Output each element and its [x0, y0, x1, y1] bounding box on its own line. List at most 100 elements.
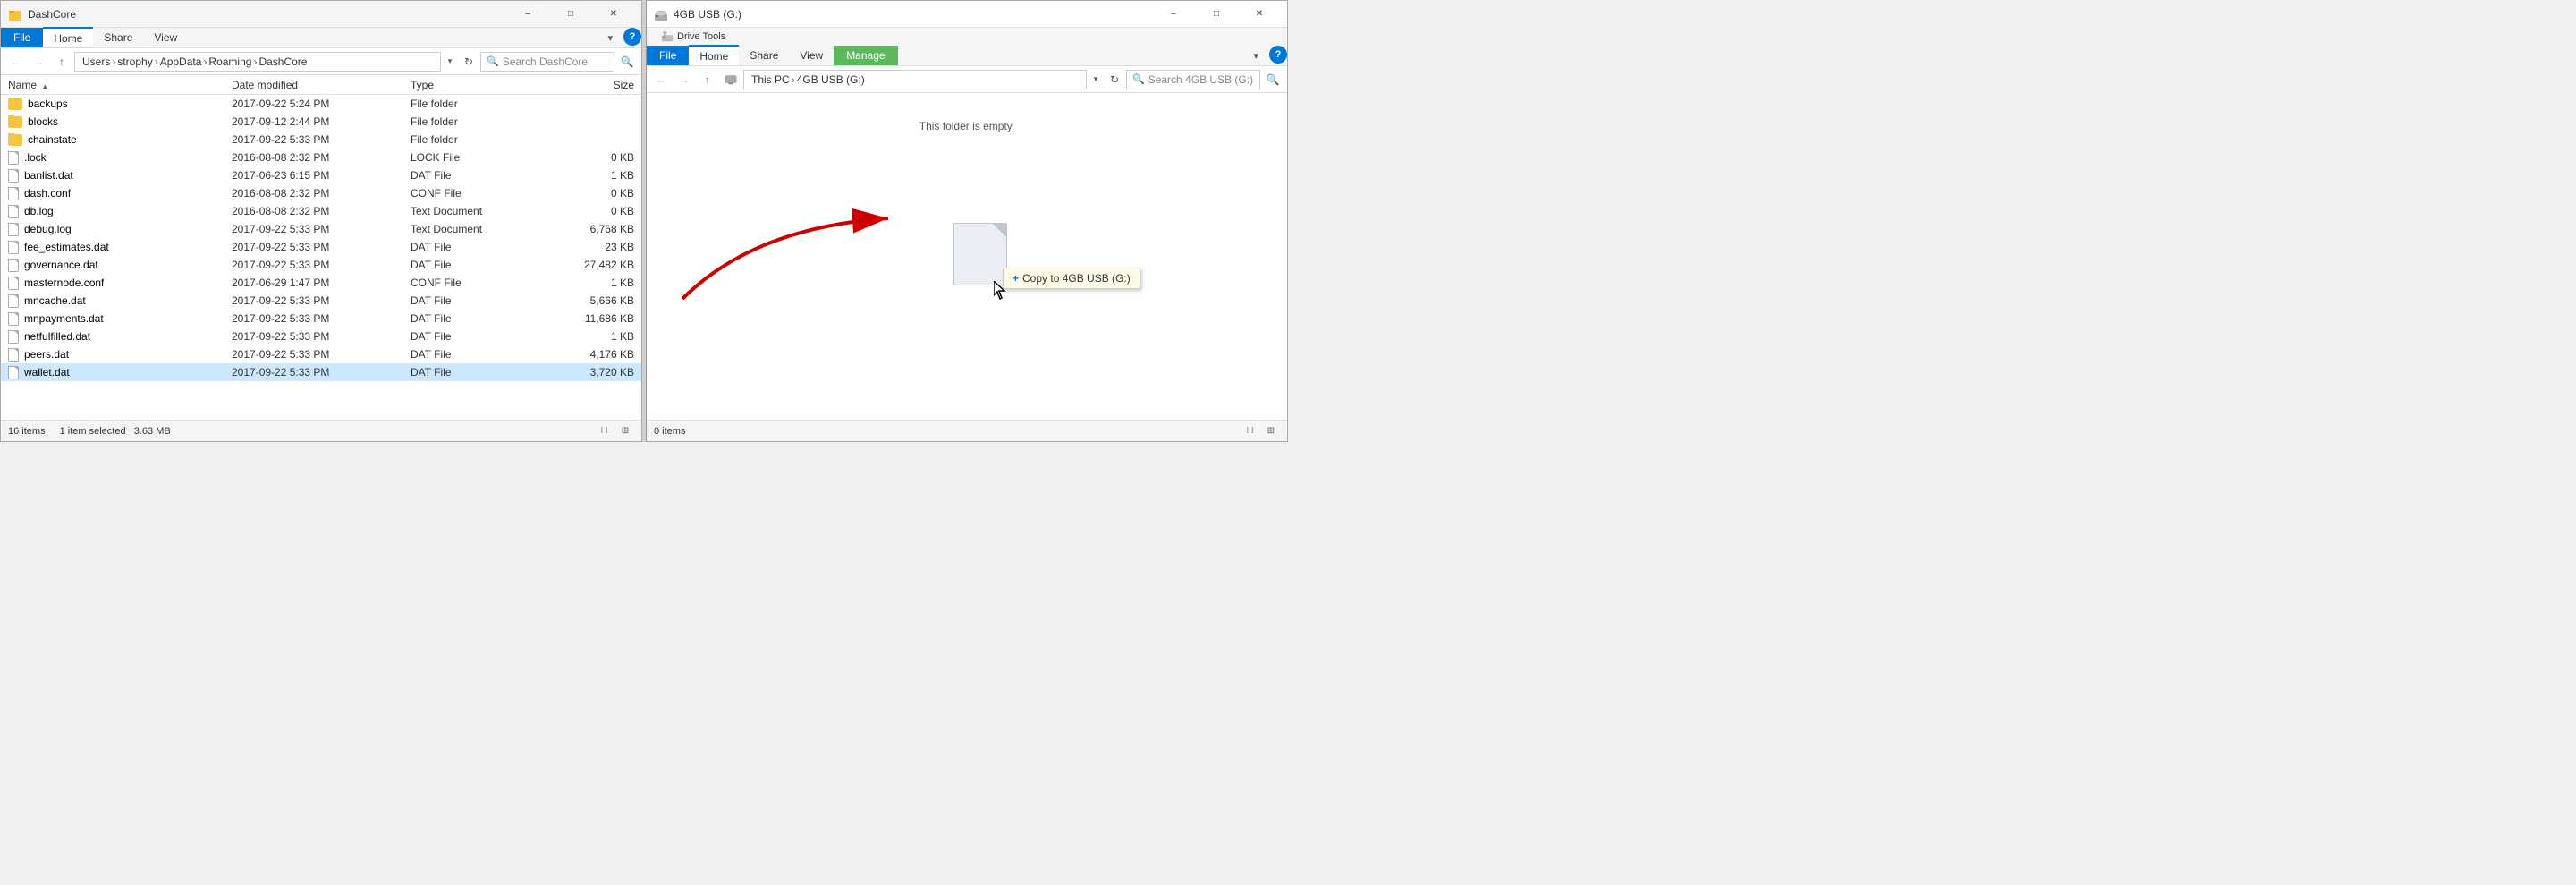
- table-row[interactable]: netfulfilled.dat 2017-09-22 5:33 PM DAT …: [1, 328, 641, 345]
- left-up-button[interactable]: ↑: [51, 51, 72, 72]
- left-view-buttons: ⊦⊦ ⊞: [597, 423, 634, 439]
- right-help-button[interactable]: ?: [1269, 46, 1287, 64]
- left-ribbon-more[interactable]: ▾: [600, 28, 620, 47]
- file-icon: [8, 348, 19, 362]
- left-tab-file[interactable]: File: [1, 28, 43, 47]
- table-row[interactable]: mncache.dat 2017-09-22 5:33 PM DAT File …: [1, 292, 641, 310]
- right-address-path[interactable]: This PC › 4GB USB (G:): [743, 70, 1087, 89]
- right-folder-area: This folder is empty. + Copy to 4GB USB …: [647, 93, 1287, 420]
- right-win-controls: – □ ✕: [1153, 1, 1280, 28]
- table-row[interactable]: db.log 2016-08-08 2:32 PM Text Document …: [1, 202, 641, 220]
- left-column-headers: Name ▲ Date modified Type Size: [1, 75, 641, 95]
- table-row[interactable]: masternode.conf 2017-06-29 1:47 PM CONF …: [1, 274, 641, 292]
- table-row[interactable]: wallet.dat 2017-09-22 5:33 PM DAT File 3…: [1, 363, 641, 381]
- right-close-button[interactable]: ✕: [1239, 1, 1280, 28]
- right-tab-manage[interactable]: Manage: [834, 46, 897, 65]
- copy-tooltip: + Copy to 4GB USB (G:): [1003, 268, 1140, 289]
- left-selected-info: 1 item selected 3.63 MB: [60, 426, 171, 437]
- red-arrow: [647, 138, 933, 317]
- table-row[interactable]: debug.log 2017-09-22 5:33 PM Text Docume…: [1, 220, 641, 238]
- table-row[interactable]: mnpayments.dat 2017-09-22 5:33 PM DAT Fi…: [1, 310, 641, 328]
- left-search-button[interactable]: 🔍: [616, 51, 638, 72]
- right-refresh-button[interactable]: ↻: [1105, 70, 1124, 89]
- table-row[interactable]: governance.dat 2017-09-22 5:33 PM DAT Fi…: [1, 256, 641, 274]
- left-path-users[interactable]: Users: [82, 55, 110, 68]
- left-win-controls: – □ ✕: [507, 1, 634, 28]
- right-minimize-button[interactable]: –: [1153, 1, 1194, 28]
- left-path-roaming[interactable]: Roaming: [208, 55, 251, 68]
- left-path-dropdown[interactable]: ▾: [443, 52, 457, 72]
- right-tab-file[interactable]: File: [647, 46, 689, 65]
- usb-drive-icon: [661, 30, 674, 43]
- left-window: DashCore – □ ✕ File Home Share View ▾ ? …: [0, 0, 642, 442]
- right-items-count: 0 items: [654, 426, 685, 437]
- left-col-name-header[interactable]: Name ▲: [8, 79, 232, 91]
- left-tab-home[interactable]: Home: [43, 27, 93, 47]
- folder-icon: [8, 134, 22, 146]
- file-icon: [8, 151, 19, 165]
- right-address-bar: ← → ↑ This PC › 4GB USB (G:) ▾ ↻ 🔍 Searc…: [647, 66, 1287, 93]
- right-window-title: 4GB USB (G:): [674, 8, 1153, 21]
- left-tab-share[interactable]: Share: [93, 28, 143, 47]
- left-detail-view-button[interactable]: ⊦⊦: [597, 423, 614, 439]
- file-icon: [8, 294, 19, 308]
- left-forward-button[interactable]: →: [28, 51, 49, 72]
- left-large-icons-button[interactable]: ⊞: [616, 423, 634, 439]
- table-row[interactable]: backups 2017-09-22 5:24 PM File folder: [1, 95, 641, 113]
- left-col-date-header[interactable]: Date modified: [232, 79, 411, 91]
- left-window-icon: [8, 7, 22, 21]
- left-path-dashcore[interactable]: DashCore: [258, 55, 307, 68]
- left-back-button[interactable]: ←: [4, 51, 26, 72]
- right-drive-tools-bar: Drive Tools: [647, 28, 1287, 46]
- file-icon: [8, 223, 19, 236]
- left-search-icon: 🔍: [487, 55, 499, 67]
- right-search-placeholder: Search 4GB USB (G:): [1148, 73, 1253, 86]
- right-ribbon-more[interactable]: ▾: [1246, 46, 1266, 65]
- drag-file-icon: [953, 223, 1007, 285]
- right-tab-home[interactable]: Home: [689, 45, 739, 65]
- right-window: Drive Tools 4GB USB (G:) – □ ✕ Drive Too…: [646, 0, 1288, 442]
- file-icon: [8, 169, 19, 183]
- left-minimize-button[interactable]: –: [507, 1, 548, 28]
- right-forward-button[interactable]: →: [674, 69, 695, 90]
- left-refresh-button[interactable]: ↻: [459, 52, 479, 72]
- left-tab-view[interactable]: View: [143, 28, 188, 47]
- right-detail-view-button[interactable]: ⊦⊦: [1242, 423, 1260, 439]
- file-icon: [8, 277, 19, 290]
- left-path-strophy[interactable]: strophy: [117, 55, 152, 68]
- left-close-button[interactable]: ✕: [593, 1, 634, 28]
- right-empty-text: This folder is empty.: [919, 120, 1014, 132]
- right-title-bar: Drive Tools 4GB USB (G:) – □ ✕: [647, 1, 1287, 28]
- file-icon: [8, 241, 19, 254]
- left-col-type-header[interactable]: Type: [411, 79, 545, 91]
- right-tab-share[interactable]: Share: [739, 46, 789, 65]
- right-path-usb[interactable]: 4GB USB (G:): [797, 73, 865, 86]
- table-row[interactable]: chainstate 2017-09-22 5:33 PM File folde…: [1, 131, 641, 149]
- table-row[interactable]: dash.conf 2016-08-08 2:32 PM CONF File 0…: [1, 184, 641, 202]
- right-maximize-button[interactable]: □: [1196, 1, 1237, 28]
- right-computer-button[interactable]: [720, 69, 741, 90]
- left-items-count: 16 items: [8, 426, 46, 437]
- right-large-icons-button[interactable]: ⊞: [1262, 423, 1280, 439]
- left-address-path[interactable]: Users › strophy › AppData › Roaming › Da…: [74, 52, 441, 72]
- table-row[interactable]: blocks 2017-09-12 2:44 PM File folder: [1, 113, 641, 131]
- left-maximize-button[interactable]: □: [550, 1, 591, 28]
- right-tab-view[interactable]: View: [789, 46, 834, 65]
- right-search-box[interactable]: 🔍 Search 4GB USB (G:): [1126, 70, 1260, 89]
- right-path-thispc[interactable]: This PC: [751, 73, 790, 86]
- table-row[interactable]: peers.dat 2017-09-22 5:33 PM DAT File 4,…: [1, 345, 641, 363]
- right-ribbon-tabs: File Home Share View Manage ▾ ?: [647, 46, 1287, 66]
- right-path-dropdown[interactable]: ▾: [1089, 70, 1103, 89]
- right-search-button[interactable]: 🔍: [1262, 69, 1284, 90]
- left-help-button[interactable]: ?: [623, 28, 641, 46]
- left-col-size-header[interactable]: Size: [545, 79, 634, 91]
- left-path-appdata[interactable]: AppData: [160, 55, 202, 68]
- table-row[interactable]: banlist.dat 2017-06-23 6:15 PM DAT File …: [1, 166, 641, 184]
- table-row[interactable]: .lock 2016-08-08 2:32 PM LOCK File 0 KB: [1, 149, 641, 166]
- left-title-bar: DashCore – □ ✕: [1, 1, 641, 28]
- left-search-box[interactable]: 🔍 Search DashCore: [480, 52, 614, 72]
- right-up-button[interactable]: ↑: [697, 69, 718, 90]
- right-back-button[interactable]: ←: [650, 69, 672, 90]
- file-icon: [8, 187, 19, 200]
- table-row[interactable]: fee_estimates.dat 2017-09-22 5:33 PM DAT…: [1, 238, 641, 256]
